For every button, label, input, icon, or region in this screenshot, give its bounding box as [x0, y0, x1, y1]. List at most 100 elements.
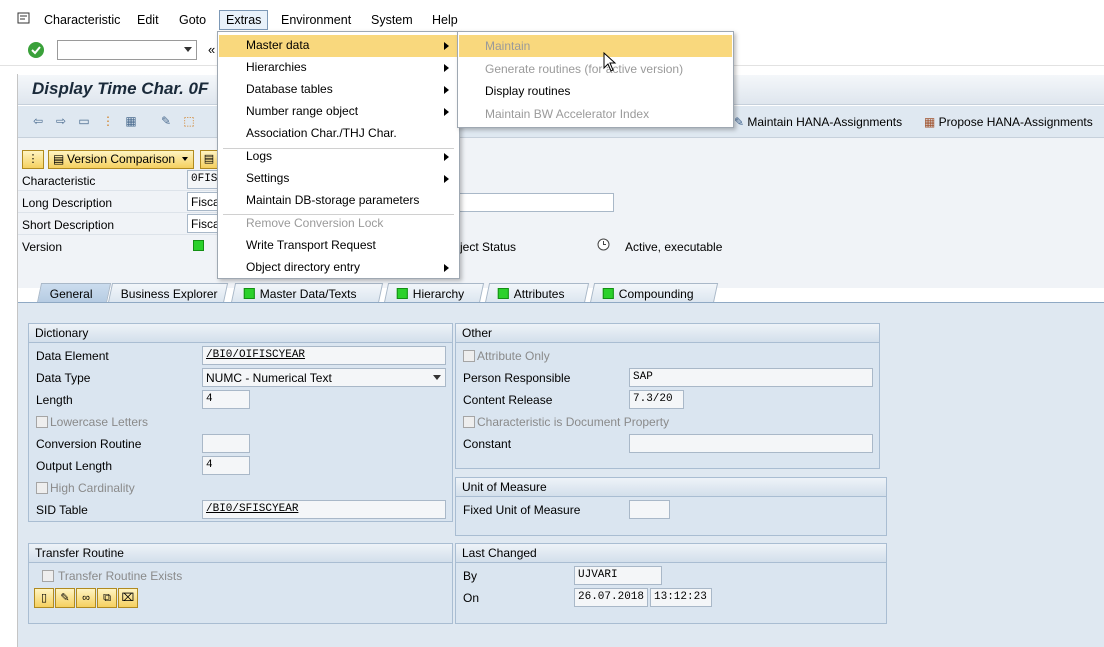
menu-item-association[interactable]: Association Char./THJ Char. [219, 123, 458, 145]
menu-extras[interactable]: Extras [219, 10, 269, 30]
transfer-routine-checkbox[interactable] [42, 570, 54, 582]
lowercase-label: Lowercase Letters [50, 415, 149, 429]
conversion-routine-field[interactable] [202, 434, 250, 453]
document-property-checkbox[interactable] [463, 416, 475, 428]
menu-item-settings[interactable]: Settings [219, 168, 458, 190]
activate-icon[interactable]: ⬚ [181, 114, 197, 128]
display-change-icon[interactable]: ✎ [158, 114, 174, 128]
sid-table-field[interactable]: /BI0/SFISCYEAR [202, 500, 446, 519]
tab-hierarchy[interactable]: Hierarchy [383, 283, 485, 303]
changed-date-field[interactable]: 26.07.2018 [574, 588, 648, 607]
content-release-field[interactable]: 7.3/20 [629, 390, 684, 409]
short-description-field[interactable]: Fisca [187, 214, 219, 233]
tab-business-explorer[interactable]: Business Explorer [107, 283, 229, 303]
chevron-down-icon[interactable] [184, 47, 192, 52]
forward-arrow-icon[interactable]: ⇨ [53, 114, 69, 128]
hierarchy-icon[interactable]: ⋮ [100, 114, 116, 128]
back-arrows-icon[interactable]: « [208, 42, 215, 57]
menu-icon[interactable] [17, 12, 31, 28]
menu-system[interactable]: System [371, 13, 413, 27]
copy-icon[interactable]: ⧉ [97, 588, 117, 608]
attribute-only-checkbox[interactable] [463, 350, 475, 362]
last-changed-group: Last Changed [455, 543, 887, 624]
status-green-icon [243, 288, 255, 299]
menu-item-database-tables[interactable]: Database tables [219, 79, 458, 101]
changed-time-field[interactable]: 13:12:23 [650, 588, 712, 607]
trash-icon[interactable]: ⌧ [118, 588, 138, 608]
data-element-field[interactable]: /BI0/OIFISCYEAR [202, 346, 446, 365]
uom-title: Unit of Measure [456, 478, 886, 497]
data-element-label: Data Element [36, 349, 109, 363]
submenu-item-display-routines[interactable]: Display routines [459, 80, 732, 102]
data-type-select[interactable]: NUMC - Numerical Text [202, 368, 446, 387]
lowercase-checkbox[interactable] [36, 416, 48, 428]
chevron-right-icon [444, 153, 449, 161]
fixed-uom-field[interactable] [629, 500, 670, 519]
menu-environment[interactable]: Environment [281, 13, 351, 27]
long-description-field[interactable]: Fisca [187, 192, 219, 211]
menu-help[interactable]: Help [432, 13, 458, 27]
tab-attributes[interactable]: Attributes [484, 283, 590, 303]
changed-on-label: On [463, 591, 480, 605]
menu-item-logs[interactable]: Logs [219, 146, 458, 168]
transfer-routine-title: Transfer Routine [29, 544, 452, 563]
person-responsible-field[interactable]: SAP [629, 368, 873, 387]
extras-menu: Master data Hierarchies Database tables … [217, 31, 460, 279]
attribute-only-label: Attribute Only [477, 349, 550, 363]
last-changed-title: Last Changed [456, 544, 886, 563]
mouse-pointer-icon [603, 52, 617, 72]
menu-edit[interactable]: Edit [137, 13, 159, 27]
conversion-routine-label: Conversion Routine [36, 437, 142, 451]
command-field[interactable] [57, 40, 197, 60]
chevron-right-icon [444, 264, 449, 272]
menu-goto[interactable]: Goto [179, 13, 206, 27]
enter-check-icon[interactable] [27, 41, 45, 62]
submenu-item-maintain[interactable]: Maintain [459, 35, 732, 57]
constant-label: Constant [463, 437, 512, 451]
propose-hana-button[interactable]: ▦ Propose HANA-Assignments [924, 115, 1093, 129]
other-title: Other [456, 324, 879, 343]
status-green-icon [602, 288, 614, 299]
high-cardinality-checkbox[interactable] [36, 482, 48, 494]
tab-compounding[interactable]: Compounding [589, 283, 719, 303]
chevron-right-icon [444, 108, 449, 116]
copy-icon: ▤ [53, 152, 65, 166]
create-icon[interactable]: ▯ [34, 588, 54, 608]
extra-button[interactable]: ▤ [200, 150, 218, 169]
data-type-label: Data Type [36, 371, 91, 385]
menu-item-maintain-db[interactable]: Maintain DB-storage parameters [219, 190, 458, 212]
version-status-icon [193, 240, 204, 251]
menu-item-number-range[interactable]: Number range object [219, 101, 458, 123]
window-icon[interactable]: ▭ [76, 114, 92, 128]
output-length-field[interactable]: 4 [202, 456, 250, 475]
display-icon[interactable]: ∞ [76, 588, 96, 608]
menu-item-write-transport[interactable]: Write Transport Request [219, 235, 458, 257]
length-field[interactable]: 4 [202, 390, 250, 409]
menu-item-master-data[interactable]: Master data [219, 35, 458, 57]
table-icon[interactable]: ▦ [123, 114, 139, 128]
chevron-down-icon [182, 157, 188, 161]
menu-item-object-directory[interactable]: Object directory entry [219, 257, 458, 279]
characteristic-field: 0FIS [187, 170, 219, 189]
changed-by-field[interactable]: UJVARI [574, 566, 662, 585]
long-description-label: Long Description [22, 196, 113, 210]
constant-field[interactable] [629, 434, 873, 453]
back-arrow-icon[interactable]: ⇦ [30, 114, 46, 128]
chevron-right-icon [444, 86, 449, 94]
characteristic-label: Characteristic [22, 174, 96, 188]
menu-characteristic[interactable]: Characteristic [44, 13, 120, 27]
pencil-icon[interactable]: ✎ [55, 588, 75, 608]
tab-general[interactable]: General [36, 283, 112, 303]
content-release-label: Content Release [463, 393, 553, 407]
chevron-right-icon [444, 64, 449, 72]
hierarchy-button[interactable]: ⋮ [22, 150, 44, 169]
maintain-hana-button[interactable]: ✎ Maintain HANA-Assignments [734, 115, 902, 129]
long-description-field-end[interactable] [459, 193, 614, 212]
version-comparison-button[interactable]: ▤ Version Comparison [48, 150, 194, 169]
version-label: Version [22, 240, 63, 254]
length-label: Length [36, 393, 73, 407]
submenu-item-generate-routines: Generate routines (for active version) [485, 62, 684, 76]
tab-master-data-texts[interactable]: Master Data/Texts [230, 283, 384, 303]
menu-item-remove-lock: Remove Conversion Lock [246, 216, 384, 230]
menu-item-hierarchies[interactable]: Hierarchies [219, 57, 458, 79]
